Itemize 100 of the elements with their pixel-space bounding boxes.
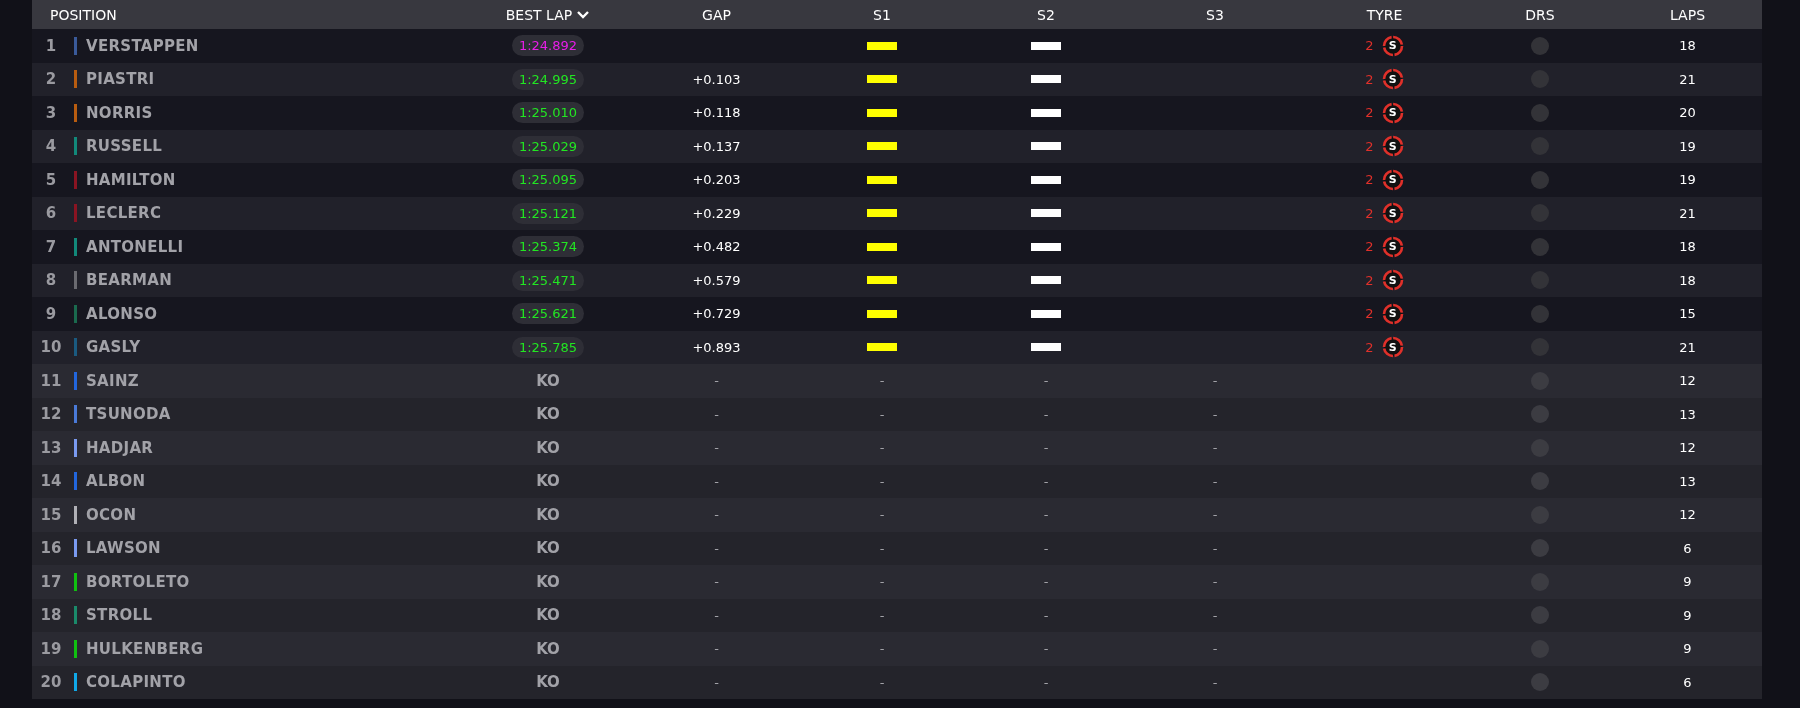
position-number: 5	[44, 170, 58, 189]
column-header: DRS	[1525, 6, 1555, 23]
gap-value: +0.482	[692, 239, 741, 255]
position-number: 14	[39, 472, 63, 491]
laps-count: 9	[1683, 574, 1692, 590]
sector-value: -	[879, 641, 885, 657]
laps-count: 13	[1679, 473, 1696, 489]
drs-indicator	[1531, 304, 1549, 323]
laps-count: 20	[1679, 105, 1696, 121]
gap-value: -	[714, 674, 719, 690]
sector-value: -	[879, 507, 885, 523]
laps-count: 21	[1679, 205, 1696, 221]
sector-value: -	[1212, 373, 1218, 389]
position-number: 19	[39, 639, 63, 658]
knocked-out-label: KO	[536, 438, 560, 457]
gap-value: +0.893	[692, 339, 741, 355]
lap-time-pill: 1:25.471	[511, 269, 585, 291]
position-number: 2	[44, 70, 58, 89]
laps-count: 21	[1679, 71, 1696, 87]
position-number: 20	[39, 673, 63, 692]
gap-value: -	[714, 440, 719, 456]
soft-tyre-badge: S	[1381, 68, 1404, 91]
drs-indicator	[1531, 472, 1549, 491]
sort-column-header[interactable]: BEST LAP	[505, 6, 591, 23]
driver-name: VERSTAPPEN	[86, 36, 199, 55]
gap-value: -	[714, 373, 719, 389]
laps-count: 12	[1679, 440, 1696, 456]
laps-count: 18	[1679, 38, 1696, 54]
gap-value: -	[714, 507, 719, 523]
tyre-age: 2	[1365, 272, 1374, 288]
sector-value: -	[1212, 641, 1218, 657]
sector-value: -	[1212, 507, 1218, 523]
driver-name: COLAPINTO	[86, 673, 186, 692]
gap-value: +0.229	[692, 205, 741, 221]
gap-value: +0.579	[692, 272, 741, 288]
tyre-age: 2	[1365, 239, 1374, 255]
drs-indicator	[1531, 539, 1549, 558]
gap-value: -	[714, 574, 719, 590]
knocked-out-label: KO	[536, 673, 560, 692]
sector-value: -	[879, 473, 885, 489]
position-number: 11	[39, 371, 63, 390]
soft-tyre-badge: S	[1381, 135, 1404, 158]
soft-tyre-badge: S	[1381, 202, 1404, 225]
driver-name: TSUNODA	[86, 405, 171, 424]
knocked-out-label: KO	[536, 606, 560, 625]
position-number: 17	[39, 572, 63, 591]
gap-value: -	[714, 641, 719, 657]
laps-count: 9	[1683, 607, 1692, 623]
soft-tyre-badge: S	[1381, 235, 1404, 258]
sector-value: -	[879, 406, 885, 422]
laps-count: 18	[1679, 272, 1696, 288]
laps-count: 12	[1679, 507, 1696, 523]
sector-value: -	[1212, 440, 1218, 456]
drs-indicator	[1531, 170, 1549, 189]
column-header: GAP	[702, 6, 731, 23]
position-number: 10	[39, 338, 63, 357]
sector-value: -	[1212, 674, 1218, 690]
tyre-age: 2	[1365, 38, 1374, 54]
knocked-out-label: KO	[536, 639, 560, 658]
lap-time-pill: 1:25.029	[511, 135, 585, 157]
driver-name: LECLERC	[86, 204, 162, 223]
sector-value: -	[1043, 440, 1049, 456]
gap-value: +0.203	[692, 172, 741, 188]
knocked-out-label: KO	[536, 505, 560, 524]
knocked-out-label: KO	[536, 371, 560, 390]
column-header: TYRE	[1366, 6, 1403, 23]
drs-indicator	[1531, 237, 1549, 256]
driver-name: GASLY	[86, 338, 141, 357]
position-number: 6	[44, 204, 58, 223]
sector-value: -	[1043, 373, 1049, 389]
sector-value: -	[1043, 607, 1049, 623]
sector-value: -	[1212, 473, 1218, 489]
position-number: 4	[44, 137, 58, 156]
driver-name: PIASTRI	[86, 70, 155, 89]
soft-tyre-badge: S	[1381, 34, 1404, 57]
position-number: 12	[39, 405, 63, 424]
sector-value: -	[1043, 406, 1049, 422]
driver-name: HULKENBERG	[86, 639, 204, 658]
lap-time-pill: 1:25.621	[511, 303, 585, 325]
driver-name: STROLL	[86, 606, 153, 625]
drs-indicator	[1531, 405, 1549, 424]
tyre-age: 2	[1365, 339, 1374, 355]
laps-count: 18	[1679, 239, 1696, 255]
gap-value: -	[714, 473, 719, 489]
position-number: 13	[39, 438, 63, 457]
tyre-age: 2	[1365, 172, 1374, 188]
sector-value: -	[1043, 507, 1049, 523]
drs-indicator	[1531, 103, 1549, 122]
gap-value: -	[714, 607, 719, 623]
sector-value: -	[879, 674, 885, 690]
column-header: S1	[873, 6, 891, 23]
driver-name: ALBON	[86, 472, 146, 491]
sector-value: -	[1212, 574, 1218, 590]
tyre-age: 2	[1365, 205, 1374, 221]
tyre-age: 2	[1365, 306, 1374, 322]
sector-value: -	[879, 574, 885, 590]
sector-value: -	[1212, 607, 1218, 623]
driver-name: BORTOLETO	[86, 572, 190, 591]
drs-indicator	[1531, 606, 1549, 625]
soft-tyre-badge: S	[1381, 168, 1404, 191]
